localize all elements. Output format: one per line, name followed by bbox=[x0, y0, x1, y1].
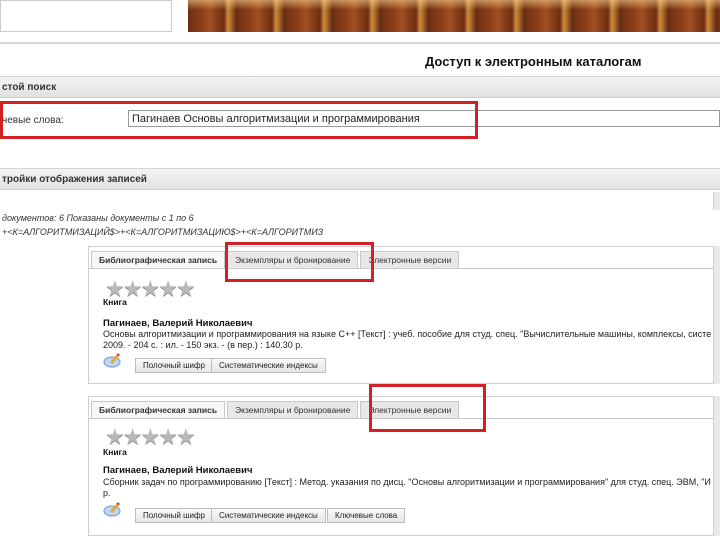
search-section-title: стой поиск bbox=[2, 82, 57, 93]
rating-stars[interactable]: ★ ★ ★ ★ ★ bbox=[105, 426, 196, 448]
results-query: +<К=АЛГОРИТМИЗАЦИЙ$>+<К=АЛГОРИТМИЗАЦИЮ$>… bbox=[2, 227, 324, 237]
record-description-line2: р. bbox=[103, 488, 111, 498]
star-icon[interactable]: ★ bbox=[176, 278, 196, 300]
shelf-code-button[interactable]: Полочный шифр bbox=[135, 508, 213, 523]
systematic-index-button[interactable]: Систематические индексы bbox=[211, 508, 326, 523]
scroll-edge[interactable] bbox=[713, 192, 720, 210]
record-description-line1: Сборник задач по программированию [Текст… bbox=[103, 477, 711, 487]
record-description-line1: Основы алгоритмизации и программирования… bbox=[103, 329, 712, 339]
results-info: документов: 6 Показаны документы с 1 по … bbox=[2, 213, 194, 223]
rating-stars[interactable]: ★ ★ ★ ★ ★ bbox=[105, 278, 196, 300]
edit-note-icon[interactable] bbox=[103, 351, 125, 369]
record-author: Пагинаев, Валерий Николаевич bbox=[103, 465, 253, 476]
display-settings-title: тройки отображения записей bbox=[2, 174, 147, 185]
highlight-copies-tab bbox=[225, 242, 374, 282]
record-type: Книга bbox=[103, 297, 127, 307]
tab-electronic-versions[interactable]: Электронные версии bbox=[360, 251, 460, 269]
page-title: Доступ к электронным каталогам bbox=[425, 54, 642, 69]
tab-underline bbox=[89, 268, 719, 269]
keywords-button[interactable]: Ключевые слова bbox=[327, 508, 406, 523]
search-section-header[interactable]: стой поиск bbox=[0, 76, 720, 98]
scroll-edge[interactable] bbox=[713, 396, 720, 536]
shelf-code-button[interactable]: Полочный шифр bbox=[135, 358, 213, 373]
systematic-index-button[interactable]: Систематические индексы bbox=[211, 358, 326, 373]
header-divider bbox=[0, 42, 720, 44]
highlight-electronic-tab bbox=[369, 384, 486, 432]
record-description-line2: 2009. - 204 с. : ил. - 150 экз. - (в пер… bbox=[103, 340, 303, 350]
edit-note-icon[interactable] bbox=[103, 500, 125, 518]
header-left-panel bbox=[0, 0, 172, 32]
scroll-edge[interactable] bbox=[713, 246, 720, 384]
star-icon[interactable]: ★ bbox=[176, 426, 196, 448]
tab-bibliographic[interactable]: Библиографическая запись bbox=[91, 401, 226, 419]
display-settings-header[interactable]: тройки отображения записей bbox=[0, 168, 720, 190]
highlight-keywords-box bbox=[0, 101, 478, 139]
tab-bibliographic[interactable]: Библиографическая запись bbox=[91, 251, 226, 269]
header-banner-image bbox=[188, 0, 720, 32]
record-card-1: Библиографическая запись Экземпляры и бр… bbox=[88, 246, 720, 384]
tab-copies-booking[interactable]: Экземпляры и бронирование bbox=[227, 401, 359, 419]
record-author: Пагинаев, Валерий Николаевич bbox=[103, 318, 253, 329]
record-type: Книга bbox=[103, 447, 127, 457]
